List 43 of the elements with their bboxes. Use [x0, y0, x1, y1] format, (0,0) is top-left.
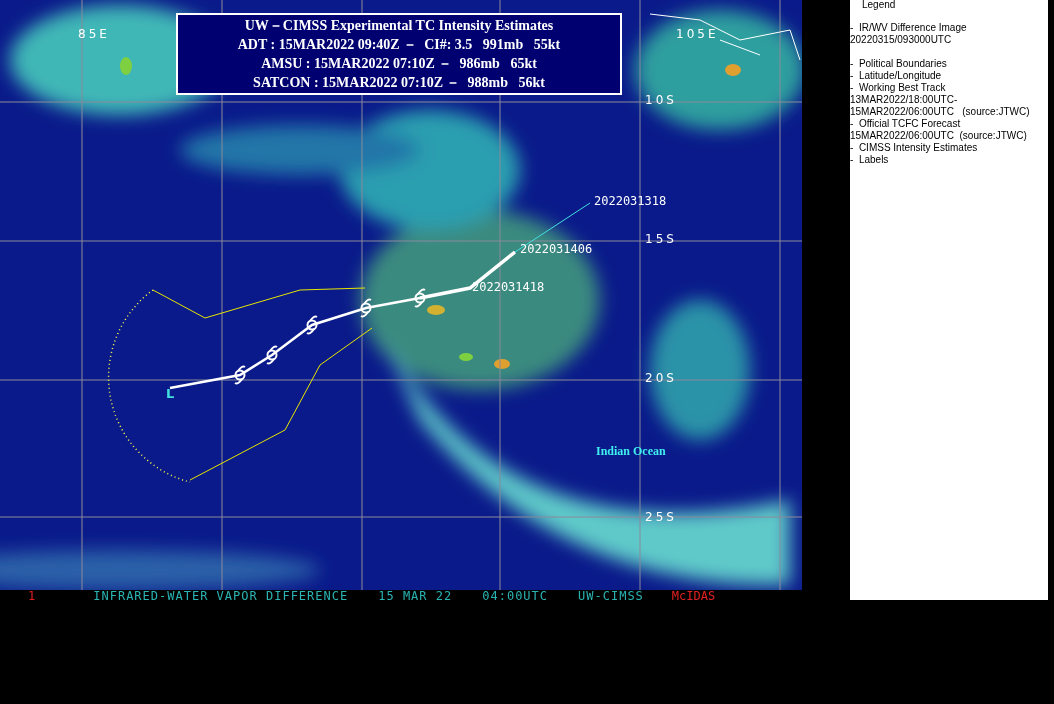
legend-title: Legend — [861, 0, 897, 10]
track-time-label: 2022031418 — [472, 280, 545, 294]
longitude-label: 85E — [78, 27, 110, 41]
convection-blob — [725, 64, 741, 76]
legend-item: 20220315/093000UTC — [850, 34, 953, 46]
intensity-line: AMSU : 15MAR2022 07:10Z － 986mb 65kt — [261, 54, 537, 73]
legend-item: - CIMSS Intensity Estimates — [850, 142, 979, 154]
legend-item: - Working Best Track — [850, 82, 947, 94]
intensity-line: SATCON : 15MAR2022 07:10Z － 988mb 56kt — [253, 73, 545, 92]
storm-icon — [266, 345, 278, 365]
image-date: 15 MAR 22 — [378, 589, 453, 603]
low-marker: L — [166, 386, 175, 401]
storm-icon — [306, 315, 318, 335]
track-time-label: 2022031406 — [520, 242, 593, 256]
latitude-label: 20S — [645, 371, 677, 385]
region-label: Indian Ocean — [596, 444, 666, 458]
latitude-label: 10S — [645, 93, 677, 107]
legend-item: - Political Boundaries — [850, 58, 948, 70]
frame-number: 1 — [28, 589, 36, 603]
latitude-label: 15S — [645, 232, 677, 246]
intensity-line: ADT : 15MAR2022 09:40Z － CI#: 3.5 991mb 55kt — [237, 35, 561, 54]
legend-item: - Official TCFC Forecast — [850, 118, 962, 130]
storm-icon — [360, 298, 372, 318]
source-label: UW-CIMSS — [578, 589, 644, 603]
intensity-line: UW－CIMSS Experimental TC Intensity Estimates — [244, 16, 554, 35]
convection-blob — [427, 305, 445, 315]
image-time: 04:00UTC — [482, 589, 549, 603]
product-name: INFRARED-WATER VAPOR DIFFERENCE — [93, 589, 349, 603]
legend-item: 15MAR2022/06:00UTC (source:JTWC) — [850, 106, 1031, 118]
convection-blob — [120, 57, 132, 75]
legend-item: - IR/WV Difference Image — [850, 22, 968, 34]
legend-item: 13MAR2022/18:00UTC- — [850, 94, 959, 106]
track-time-label: 2022031318 — [594, 194, 667, 208]
software-label: McIDAS — [671, 589, 716, 603]
legend-item: - Labels — [850, 154, 890, 166]
convection-blob — [494, 359, 510, 369]
convection-blob — [459, 353, 473, 361]
storm-icon — [414, 288, 426, 308]
storm-icon — [234, 365, 246, 385]
longitude-label: 105E — [676, 27, 719, 41]
legend-item: 15MAR2022/06:00UTC (source:JTWC) — [850, 130, 1028, 142]
latitude-label: 25S — [645, 510, 677, 524]
legend-item: - Latitude/Longitude — [850, 70, 943, 82]
